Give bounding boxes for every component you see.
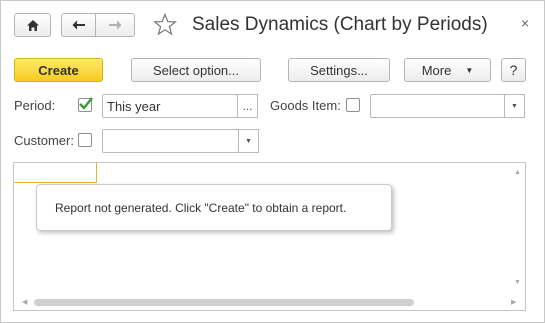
- back-button[interactable]: [61, 13, 96, 37]
- scroll-right-icon[interactable]: ▶: [511, 298, 516, 306]
- select-option-button[interactable]: Select option...: [131, 58, 261, 82]
- scroll-left-icon[interactable]: ◀: [22, 298, 27, 306]
- goods-item-checkbox[interactable]: [346, 98, 360, 112]
- arrow-right-icon: [109, 20, 122, 30]
- selected-cell[interactable]: [14, 163, 97, 183]
- period-checkbox[interactable]: [78, 97, 93, 112]
- report-window: Sales Dynamics (Chart by Periods) × Crea…: [0, 0, 545, 323]
- horizontal-scrollbar-thumb[interactable]: [34, 299, 414, 306]
- customer-label: Customer:: [14, 133, 74, 148]
- home-button[interactable]: [14, 13, 51, 37]
- checkmark-icon: [79, 97, 93, 110]
- star-icon: [152, 12, 178, 36]
- chevron-down-icon: ▼: [465, 65, 474, 75]
- close-icon[interactable]: ×: [521, 15, 529, 31]
- scroll-down-icon[interactable]: ▼: [514, 279, 521, 286]
- customer-dropdown-button[interactable]: ▼: [238, 129, 259, 153]
- report-spreadsheet[interactable]: Report not generated. Click "Create" to …: [13, 162, 526, 311]
- report-not-generated-message: Report not generated. Click "Create" to …: [36, 184, 392, 231]
- create-button[interactable]: Create: [14, 58, 103, 82]
- period-field[interactable]: This year: [102, 94, 238, 118]
- help-button[interactable]: ?: [501, 58, 526, 82]
- home-icon: [26, 19, 39, 31]
- chevron-down-icon: ▼: [245, 137, 252, 145]
- customer-checkbox[interactable]: [78, 133, 92, 147]
- settings-button[interactable]: Settings...: [288, 58, 390, 82]
- more-button-label: More: [421, 62, 452, 78]
- chevron-down-icon: ▼: [511, 102, 518, 110]
- window-title: Sales Dynamics (Chart by Periods): [192, 14, 488, 35]
- goods-item-field[interactable]: [370, 94, 505, 118]
- period-label: Period:: [14, 98, 56, 113]
- period-choice-button[interactable]: ...: [237, 94, 258, 118]
- more-button[interactable]: More ▼: [404, 58, 491, 82]
- forward-button[interactable]: [95, 13, 135, 37]
- arrow-left-icon: [72, 20, 85, 30]
- customer-field[interactable]: [102, 129, 239, 153]
- goods-item-dropdown-button[interactable]: ▼: [504, 94, 525, 118]
- goods-item-label: Goods Item:: [270, 98, 341, 113]
- scroll-up-icon[interactable]: ▲: [514, 169, 521, 176]
- favorite-star-button[interactable]: [152, 12, 178, 39]
